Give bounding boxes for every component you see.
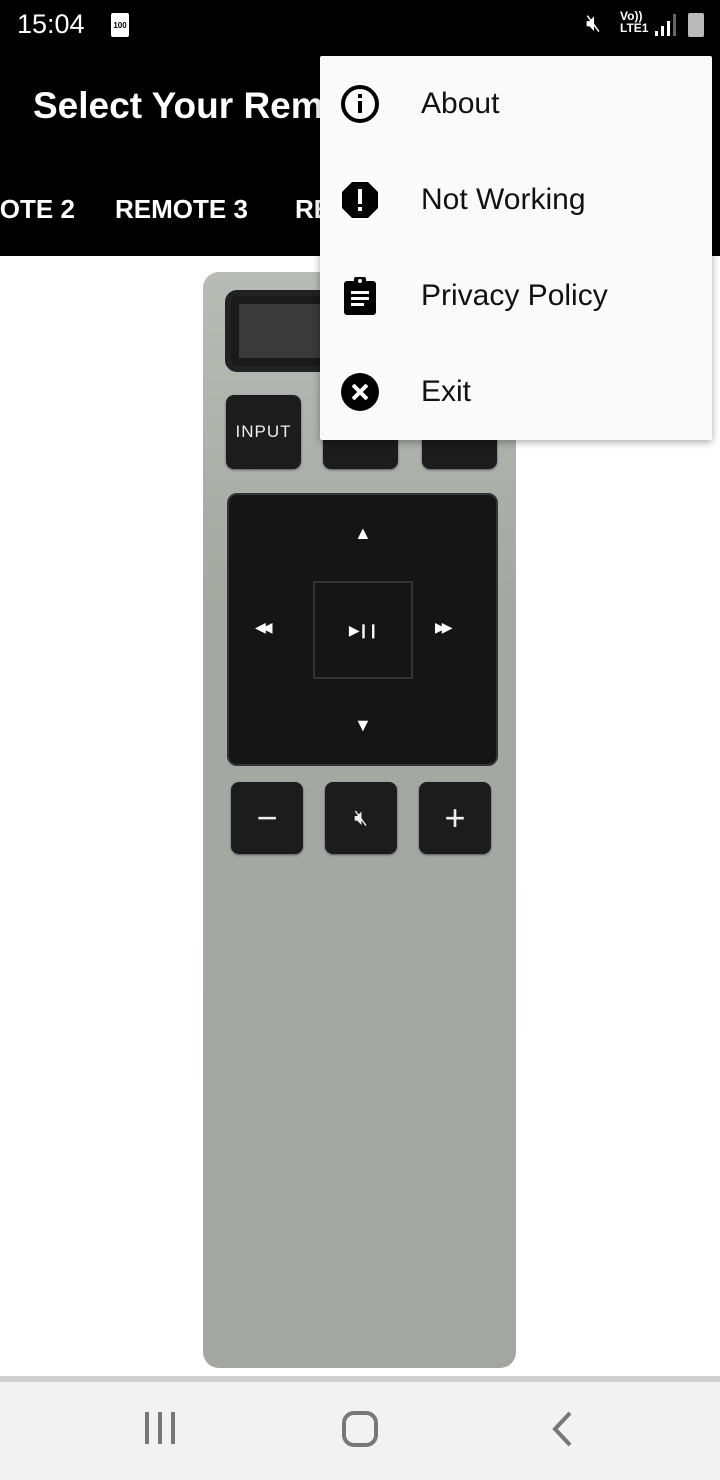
overflow-menu: About Not Working Privacy Policy Exit — [320, 56, 712, 440]
alert-icon — [340, 180, 380, 220]
tab-remote-2[interactable]: REMOTE 2 — [0, 194, 75, 225]
home-button[interactable] — [341, 1410, 379, 1453]
tab-remote-3[interactable]: REMOTE 3 — [115, 194, 248, 225]
menu-item-exit[interactable]: Exit — [320, 344, 712, 440]
signal-icon — [655, 14, 676, 36]
menu-item-not-working[interactable]: Not Working — [320, 152, 712, 248]
recent-apps-button[interactable] — [143, 1410, 177, 1451]
info-icon — [340, 84, 380, 124]
menu-item-about[interactable]: About — [320, 56, 712, 152]
back-button[interactable] — [550, 1410, 574, 1453]
close-circle-icon — [340, 372, 380, 412]
mute-button[interactable]: 🔇︎ — [325, 782, 397, 854]
clipboard-icon — [340, 276, 380, 316]
menu-item-privacy-policy[interactable]: Privacy Policy — [320, 248, 712, 344]
status-bar: 15:04 100 🔇︎ Vo)) LTE1 — [0, 0, 720, 50]
network-indicator: Vo)) LTE1 — [620, 9, 649, 35]
previous-button[interactable]: ◀◀ — [255, 619, 272, 636]
input-button[interactable]: INPUT — [226, 395, 301, 469]
volume-up-button[interactable]: + — [419, 782, 491, 854]
up-button[interactable]: ▲ — [354, 523, 372, 544]
battery-notification-icon: 100 — [111, 13, 129, 37]
battery-icon — [688, 13, 704, 37]
next-button[interactable]: ▶▶ — [435, 619, 452, 636]
navigation-bar — [0, 1382, 720, 1480]
play-pause-button[interactable]: ▶❙❙ — [313, 581, 413, 679]
dpad: ▲ ▼ ◀◀ ▶▶ ▶❙❙ — [227, 493, 498, 766]
mute-status-icon: 🔇︎ — [586, 10, 602, 37]
down-button[interactable]: ▼ — [354, 715, 372, 736]
clock: 15:04 — [17, 9, 85, 39]
volume-down-button[interactable]: − — [231, 782, 303, 854]
